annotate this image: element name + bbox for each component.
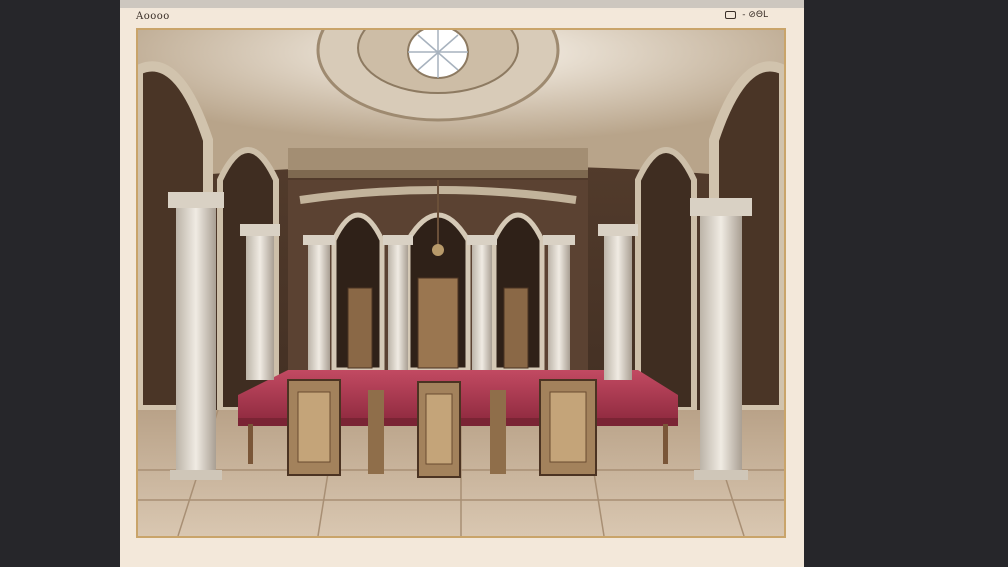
chandelier [432,244,444,256]
table-leg-left [248,424,253,464]
window-control-glyphs[interactable]: - ⊘ΘL [742,10,768,20]
left-backdrop [0,0,120,567]
right-inner-arch [635,147,697,413]
throne-right [503,287,529,369]
right-backdrop [804,0,1008,567]
cornice-shadow [288,170,588,178]
window-top-strip [120,0,804,8]
window-control-box-icon[interactable] [725,11,737,19]
column-right-2 [598,224,638,380]
throne-left [347,287,373,369]
chair-post-2 [490,390,506,474]
cornice [288,148,588,172]
column-left-2 [240,224,280,380]
window-controls[interactable]: - ⊘ΘL [725,10,768,20]
window-title: Aoooo [136,11,170,22]
chair-1-carving [297,391,331,463]
chair-post-1 [368,390,384,474]
image-viewer-window: Aoooo - ⊘ΘL [120,0,804,567]
window-footer [120,538,804,567]
hall-illustration [138,30,784,536]
chair-3-carving [549,391,587,463]
chair-2-carving [425,393,453,465]
throne-center [417,277,459,369]
image-frame [136,28,786,538]
column-left-front [168,192,224,480]
table-leg-right [663,424,668,464]
